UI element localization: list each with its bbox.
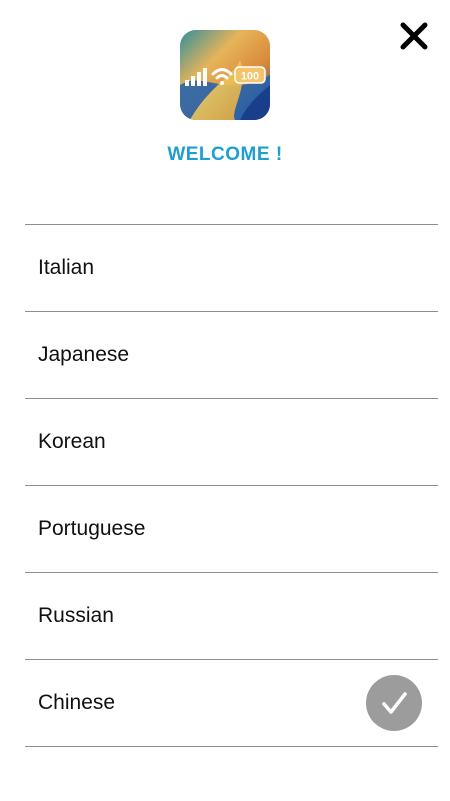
battery-icon: 100 xyxy=(234,66,266,84)
page-title: WELCOME ! xyxy=(167,144,283,165)
language-label: Portuguese xyxy=(38,517,146,540)
language-item-japanese[interactable]: Japanese xyxy=(25,312,438,399)
language-label: Chinese xyxy=(38,691,116,714)
close-icon xyxy=(400,22,428,50)
language-list: Italian Japanese Korean Portuguese Russi… xyxy=(25,224,438,747)
language-item-italian[interactable]: Italian xyxy=(25,225,438,312)
language-item-portuguese[interactable]: Portuguese xyxy=(25,486,438,573)
close-button[interactable] xyxy=(392,14,436,58)
app-icon: 100 xyxy=(180,30,270,120)
language-label: Italian xyxy=(38,256,95,279)
checkmark-icon xyxy=(366,675,422,731)
language-item-russian[interactable]: Russian xyxy=(25,573,438,660)
language-item-korean[interactable]: Korean xyxy=(25,399,438,486)
language-item-chinese[interactable]: Chinese xyxy=(25,660,438,747)
language-label: Russian xyxy=(38,604,114,627)
language-label: Korean xyxy=(38,430,106,453)
language-label: Japanese xyxy=(38,343,130,366)
battery-badge-text: 100 xyxy=(241,71,259,83)
